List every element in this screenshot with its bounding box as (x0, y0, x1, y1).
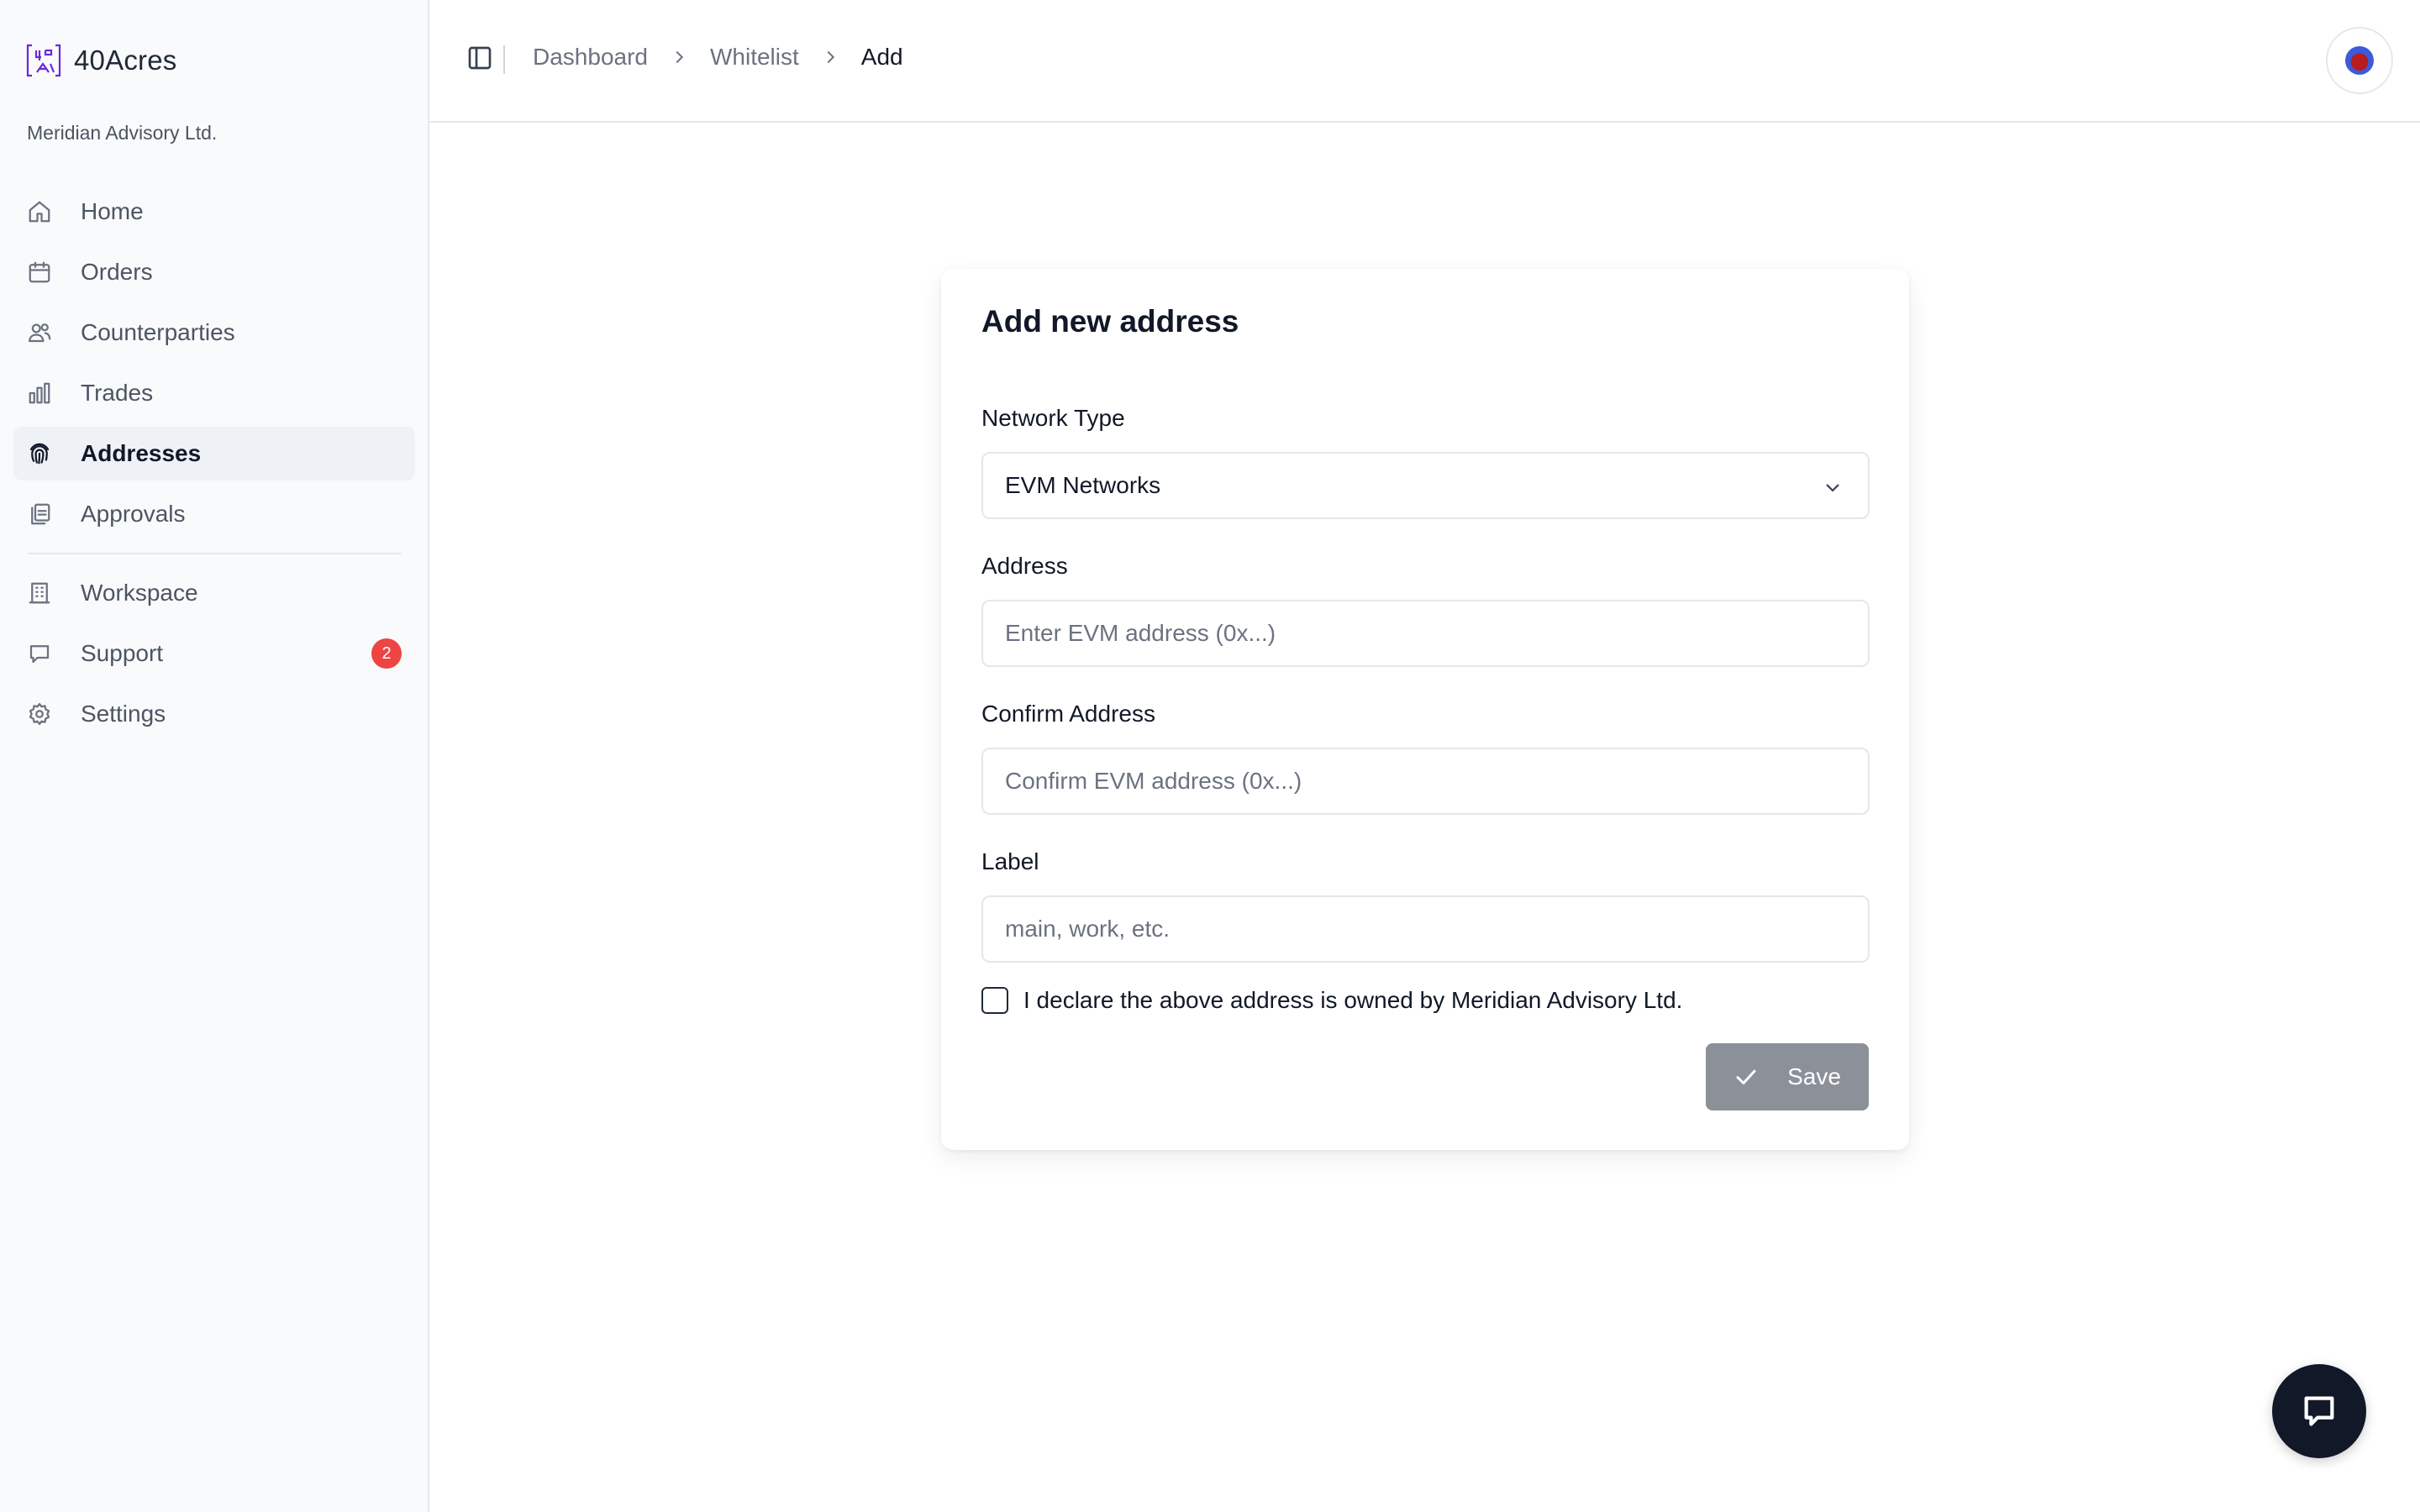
sidebar-item-counterparties[interactable]: Counterparties (13, 306, 415, 360)
save-button-label: Save (1787, 1063, 1841, 1089)
sidebar-toggle-icon[interactable] (466, 45, 493, 71)
avatar (2345, 46, 2374, 75)
chevron-down-icon (1823, 477, 1843, 497)
network-type-label: Network Type (981, 405, 1125, 431)
breadcrumb-dashboard[interactable]: Dashboard (533, 44, 648, 71)
network-type-value: EVM Networks (1005, 472, 1161, 498)
save-button[interactable]: Save (1706, 1043, 1869, 1110)
check-icon (1736, 1069, 1756, 1084)
sidebar-item-label: Orders (81, 259, 153, 285)
sidebar: 40Acres Meridian Advisory Ltd. Home Orde… (0, 0, 429, 1512)
sidebar-item-label: Counterparties (81, 319, 235, 345)
fingerprint-icon (27, 441, 52, 466)
add-address-card: Add new address Network Type EVM Network… (941, 269, 1909, 1150)
confirm-address-label: Confirm Address (981, 701, 1155, 727)
header-divider (503, 45, 505, 74)
building-icon (27, 580, 52, 606)
sidebar-item-workspace[interactable]: Workspace (13, 566, 415, 620)
brand[interactable]: 40Acres (25, 42, 176, 79)
sidebar-item-label: Workspace (81, 580, 198, 606)
calendar-icon (27, 260, 52, 285)
sidebar-item-trades[interactable]: Trades (13, 366, 415, 420)
sidebar-item-approvals[interactable]: Approvals (13, 487, 415, 541)
gear-icon (27, 701, 52, 727)
message-icon (27, 641, 52, 666)
declaration-checkbox[interactable] (981, 987, 1008, 1014)
label-field (981, 895, 1870, 963)
sidebar-item-label: Settings (81, 701, 166, 727)
sidebar-item-support[interactable]: Support 2 (13, 627, 415, 680)
chevron-right-icon (670, 48, 688, 66)
sidebar-item-addresses[interactable]: Addresses (13, 427, 415, 480)
network-type-select[interactable]: EVM Networks (981, 452, 1870, 519)
confirm-address-field (981, 748, 1870, 815)
sidebar-item-label: Approvals (81, 501, 186, 527)
home-icon (27, 199, 52, 224)
chevron-right-icon (821, 48, 839, 66)
breadcrumb-whitelist[interactable]: Whitelist (710, 44, 799, 71)
sidebar-divider (29, 553, 402, 554)
sidebar-item-label: Support (81, 640, 164, 666)
sidebar-item-home[interactable]: Home (13, 185, 415, 239)
address-label: Address (981, 553, 1068, 579)
sidebar-item-label: Addresses (81, 440, 202, 466)
chat-icon (2304, 1396, 2334, 1426)
clipboard-icon (27, 501, 52, 527)
declaration-row: I declare the above address is owned by … (981, 987, 1682, 1014)
sidebar-item-orders[interactable]: Orders (13, 245, 415, 299)
organization-name: Meridian Advisory Ltd. (27, 122, 218, 144)
declaration-text[interactable]: I declare the above address is owned by … (1023, 987, 1682, 1014)
breadcrumb-add: Add (860, 44, 903, 70)
confirm-address-input[interactable] (1005, 768, 1868, 795)
address-input[interactable] (1005, 620, 1868, 647)
logo-icon (25, 42, 62, 79)
address-field (981, 600, 1870, 667)
sidebar-item-label: Trades (81, 380, 154, 406)
top-bar: Dashboard Whitelist Add (429, 0, 2420, 123)
users-icon (27, 320, 52, 345)
sidebar-item-settings[interactable]: Settings (13, 687, 415, 741)
label-field-label: Label (981, 848, 1039, 874)
breadcrumb: Dashboard Whitelist Add (533, 44, 903, 71)
label-input[interactable] (1005, 916, 1868, 942)
sidebar-item-label: Home (81, 198, 144, 224)
chat-launcher-button[interactable] (2272, 1364, 2366, 1458)
user-menu-button[interactable] (2326, 27, 2393, 94)
brand-name: 40Acres (74, 45, 177, 76)
sidebar-nav: Home Orders Counterparties Trades Addres… (13, 185, 415, 748)
bar-chart-icon (27, 381, 52, 406)
support-badge: 2 (371, 638, 402, 669)
page-title: Add new address (981, 304, 1239, 339)
